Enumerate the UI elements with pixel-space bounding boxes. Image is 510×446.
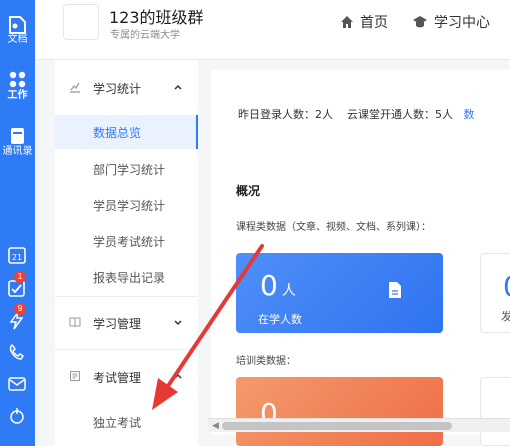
home-icon <box>341 16 353 28</box>
graduation-cap-icon <box>413 16 427 28</box>
exam-icon <box>70 371 80 381</box>
stat-link[interactable]: 数 <box>464 108 475 121</box>
divider <box>55 349 198 350</box>
sidebar-group-label: 考试管理 <box>93 370 142 385</box>
second-stat-count: 0 <box>503 270 510 303</box>
chevron-up-icon <box>174 84 182 90</box>
course-data-label: 课程类数据（文章、视频、文档、系列课）： <box>236 222 431 233</box>
divider <box>55 296 198 297</box>
grid-apps-icon <box>9 71 26 88</box>
contacts-icon <box>11 128 24 144</box>
notification-badge: 1 <box>14 271 26 283</box>
org-logo[interactable] <box>63 4 99 40</box>
rail-item-work[interactable]: 工作 <box>0 70 35 102</box>
stat-cloud-open: 云课堂开通人数：5人 <box>347 108 453 121</box>
learners-label: 在学人数 <box>258 313 302 326</box>
stat-yesterday-login: 昨日登录人数：2人 <box>238 108 333 121</box>
sidebar-group-learning-stats[interactable]: 学习统计 <box>55 68 198 108</box>
sidebar-item-standalone-exam[interactable]: 独立考试 <box>55 405 198 439</box>
nav-learning-center-label: 学习中心 <box>434 15 490 31</box>
phone-icon[interactable] <box>7 342 27 362</box>
document-icon <box>9 16 26 34</box>
sidebar-item-learner-stats[interactable]: 学员学习统计 <box>55 188 198 222</box>
scroll-left-icon[interactable]: ◀ <box>212 421 219 431</box>
rail-item-label: 工作 <box>7 90 28 101</box>
rail-item-docs[interactable]: 文档 <box>0 14 35 46</box>
second-stat-label: 发 <box>501 310 510 323</box>
rail-item-label: 文档 <box>7 34 28 45</box>
nav-learning-center[interactable]: 学习中心 <box>412 12 490 32</box>
sidebar-item-report-export[interactable]: 报表导出记录 <box>55 260 198 294</box>
sidebar-group-learning-mgmt[interactable]: 学习管理 <box>55 303 198 343</box>
training-tile[interactable]: 0 <box>236 377 443 446</box>
sync-icon[interactable] <box>7 406 27 426</box>
training-second-tile[interactable] <box>480 377 510 446</box>
overview-title: 概况 <box>236 184 261 198</box>
sidebar-item-exam-stats[interactable]: 学员考试统计 <box>55 224 198 258</box>
scrollbar-thumb[interactable] <box>222 422 452 430</box>
app-rail: 文档 工作 通讯录 21 1 9 <box>0 0 35 446</box>
training-data-label: 培训类数据： <box>236 356 296 367</box>
sidebar-item-dept-stats[interactable]: 部门学习统计 <box>55 152 198 186</box>
secondary-sidebar: 学习统计 数据总览 部门学习统计 学员学习统计 学员考试统计 报表导出记录 学习… <box>55 60 198 446</box>
horizontal-scrollbar[interactable]: ◀ <box>208 418 510 432</box>
learners-count: 0人 <box>260 269 296 302</box>
chevron-up-icon <box>174 373 182 379</box>
sidebar-group-exam-mgmt[interactable]: 考试管理 <box>55 357 198 397</box>
sidebar-group-label: 学习管理 <box>93 316 142 331</box>
nav-home[interactable]: 首页 <box>340 12 388 32</box>
calendar-icon[interactable]: 21 <box>7 245 27 265</box>
mail-icon[interactable] <box>7 374 27 394</box>
rail-item-contacts[interactable]: 通讯录 <box>0 126 35 158</box>
svg-text:21: 21 <box>12 253 22 262</box>
rail-item-label: 通讯录 <box>2 146 33 157</box>
top-header: 123的班级群 专属的云端大学 首页 学习中心 <box>35 0 510 60</box>
sidebar-group-label: 学习统计 <box>93 81 142 96</box>
org-subtitle: 专属的云端大学 <box>110 30 180 41</box>
notification-badge: 9 <box>14 303 26 315</box>
org-title[interactable]: 123的班级群 <box>109 4 204 28</box>
chart-icon <box>70 82 80 93</box>
summary-stats: 昨日登录人数：2人 云课堂开通人数：5人 数 <box>238 106 475 122</box>
nav-home-label: 首页 <box>360 15 388 31</box>
second-stat-tile[interactable]: 0 发 <box>480 253 510 333</box>
sidebar-item-data-overview[interactable]: 数据总览 <box>55 115 198 149</box>
learners-tile[interactable]: 0人 在学人数 <box>236 253 443 333</box>
book-icon <box>69 317 81 328</box>
chevron-down-icon <box>174 320 182 326</box>
document-icon <box>389 282 401 298</box>
